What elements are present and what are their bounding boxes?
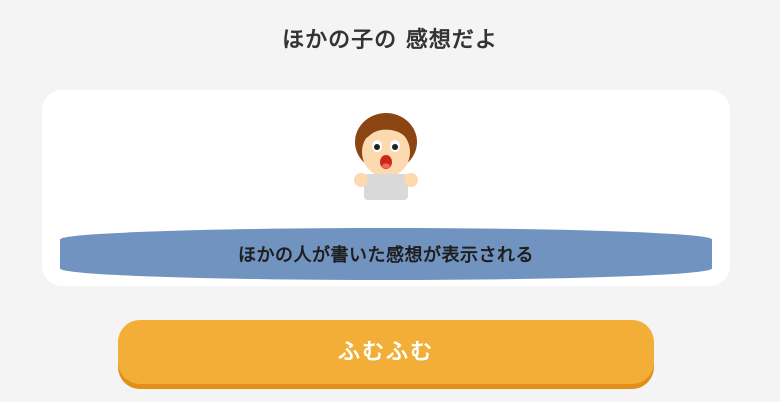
caption-band: ほかの人が書いた感想が表示される <box>60 228 712 280</box>
caption-text: ほかの人が書いた感想が表示される <box>238 245 534 266</box>
page: ほかの子の 感想だよ ほかの人が書いた感想が表示される ふむふむ <box>0 0 780 402</box>
impression-card: ほかの人が書いた感想が表示される <box>42 90 730 286</box>
page-title: ほかの子の 感想だよ <box>282 28 498 53</box>
child-avatar-icon <box>354 113 418 200</box>
fumufumu-button[interactable]: ふむふむ <box>118 320 654 384</box>
